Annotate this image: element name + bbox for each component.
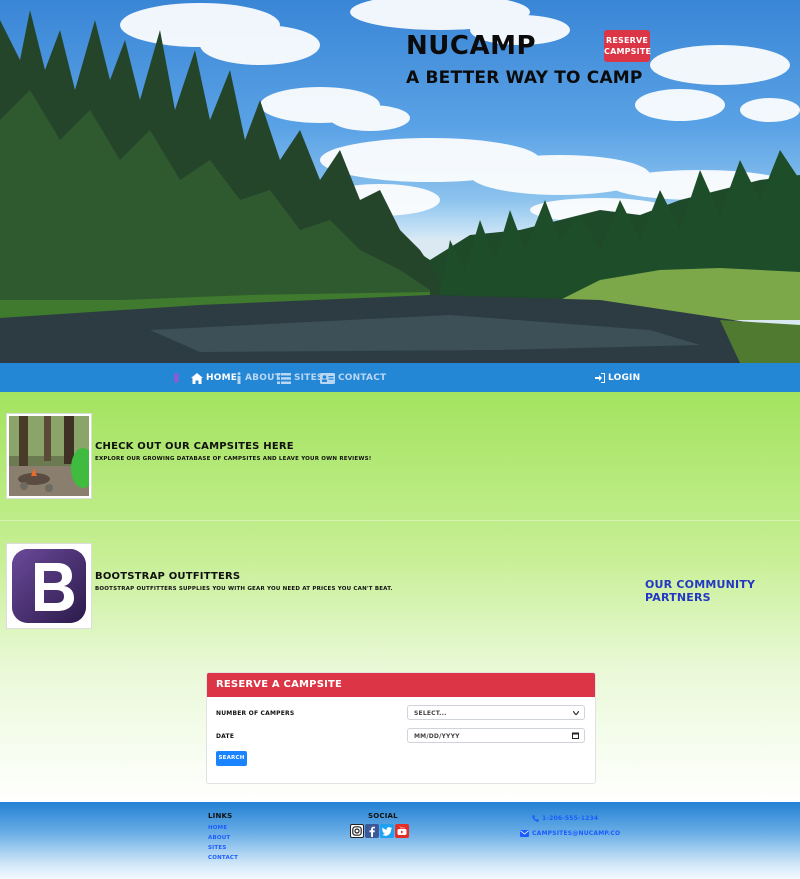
- feature-partner: [6, 543, 92, 629]
- footer-link-about[interactable]: ABOUT: [208, 835, 230, 841]
- feature-partner-body: BOOTSTRAP OUTFITTERS BOOTSTRAP OUTFITTER…: [95, 571, 393, 592]
- footer-social-heading: SOCIAL: [368, 812, 398, 820]
- date-label: DATE: [216, 733, 235, 740]
- list-icon: [277, 372, 291, 384]
- campers-label: NUMBER OF CAMPERS: [216, 710, 295, 717]
- nav-item-sites[interactable]: SITES: [277, 371, 324, 385]
- feature-text: EXPLORE OUR GROWING DATABASE OF CAMPSITE…: [95, 456, 372, 462]
- instagram-icon[interactable]: [350, 824, 364, 838]
- envelope-icon: [520, 830, 529, 837]
- search-button[interactable]: SEARCH: [216, 751, 247, 766]
- bootstrap-logo-thumbnail: [6, 543, 92, 629]
- campers-select[interactable]: SELECT...: [407, 705, 585, 720]
- feature-title: CHECK OUT OUR CAMPSITES HERE: [95, 441, 294, 452]
- footer-email-text: CAMPSITES@NUCAMP.CO: [532, 830, 621, 837]
- address-card-icon: [320, 372, 335, 384]
- nav-item-label: HOME: [206, 373, 238, 383]
- footer: LINKS HOME ABOUT SITES CONTACT SOCIAL Yo…: [0, 802, 800, 879]
- reserve-button-line-1: RESERVE: [605, 36, 649, 45]
- chevron-down-icon: [573, 711, 579, 715]
- navbar: ▮ HOME ABOUT SITES CONTACT LOGIN: [0, 363, 800, 392]
- date-input[interactable]: MM/DD/YYYY: [407, 728, 585, 743]
- footer-link-sites[interactable]: SITES: [208, 845, 226, 851]
- footer-phone[interactable]: 1-206-555-1234: [532, 815, 598, 822]
- section-divider: [0, 520, 800, 521]
- footer-links-heading: LINKS: [208, 812, 233, 820]
- nav-item-label: ABOUT: [245, 373, 281, 383]
- nav-item-about[interactable]: ABOUT: [236, 371, 281, 385]
- hero-banner: NUCAMP A BETTER WAY TO CAMP RESERVE CAMP…: [0, 0, 800, 363]
- brand-tagline: A BETTER WAY TO CAMP: [406, 68, 643, 88]
- login-button[interactable]: LOGIN: [595, 371, 640, 385]
- feature-campsites: [6, 413, 95, 499]
- youtube-icon[interactable]: You: [395, 824, 409, 838]
- footer-link-contact[interactable]: CONTACT: [208, 855, 238, 861]
- reserve-button-line-2: CAMPSITE: [604, 47, 652, 56]
- campsite-thumbnail-image: [6, 413, 95, 499]
- svg-text:You: You: [399, 826, 404, 830]
- phone-icon: [532, 815, 539, 822]
- reserve-card-header: RESERVE A CAMPSITE: [207, 673, 595, 697]
- nav-item-contact[interactable]: CONTACT: [320, 371, 386, 385]
- bootstrap-logo-icon: [9, 546, 89, 626]
- date-input-placeholder: MM/DD/YYYY: [414, 733, 460, 740]
- reserve-campsite-button[interactable]: RESERVE CAMPSITE: [604, 30, 652, 62]
- main-content: CHECK OUT OUR CAMPSITES HERE EXPLORE OUR…: [0, 392, 800, 802]
- nav-item-home[interactable]: HOME: [191, 371, 237, 385]
- feature-campsites-body: CHECK OUT OUR CAMPSITES HERE EXPLORE OUR…: [95, 441, 372, 462]
- info-icon: [237, 372, 241, 384]
- reserve-campsite-card: RESERVE A CAMPSITE NUMBER OF CAMPERS SEL…: [206, 672, 596, 784]
- footer-phone-text: 1-206-555-1234: [542, 815, 599, 822]
- calendar-icon[interactable]: [572, 732, 579, 739]
- sign-in-icon: [595, 373, 605, 383]
- home-icon: [191, 372, 203, 384]
- social-icons: You: [350, 824, 409, 838]
- login-label: LOGIN: [608, 373, 641, 383]
- hero-landscape-image: [0, 0, 800, 363]
- facebook-icon[interactable]: [365, 824, 379, 838]
- feature-title: BOOTSTRAP OUTFITTERS: [95, 571, 241, 582]
- campers-select-value: SELECT...: [414, 710, 447, 717]
- footer-email[interactable]: CAMPSITES@NUCAMP.CO: [520, 830, 620, 837]
- feature-text: BOOTSTRAP OUTFITTERS SUPPLIES YOU WITH G…: [95, 586, 393, 592]
- community-partners-heading: OUR COMMUNITY PARTNERS: [645, 578, 756, 604]
- twitter-icon[interactable]: [380, 824, 394, 838]
- navbar-toggler-icon[interactable]: ▮: [173, 370, 181, 384]
- nav-item-label: CONTACT: [338, 373, 387, 383]
- footer-link-home[interactable]: HOME: [208, 825, 227, 831]
